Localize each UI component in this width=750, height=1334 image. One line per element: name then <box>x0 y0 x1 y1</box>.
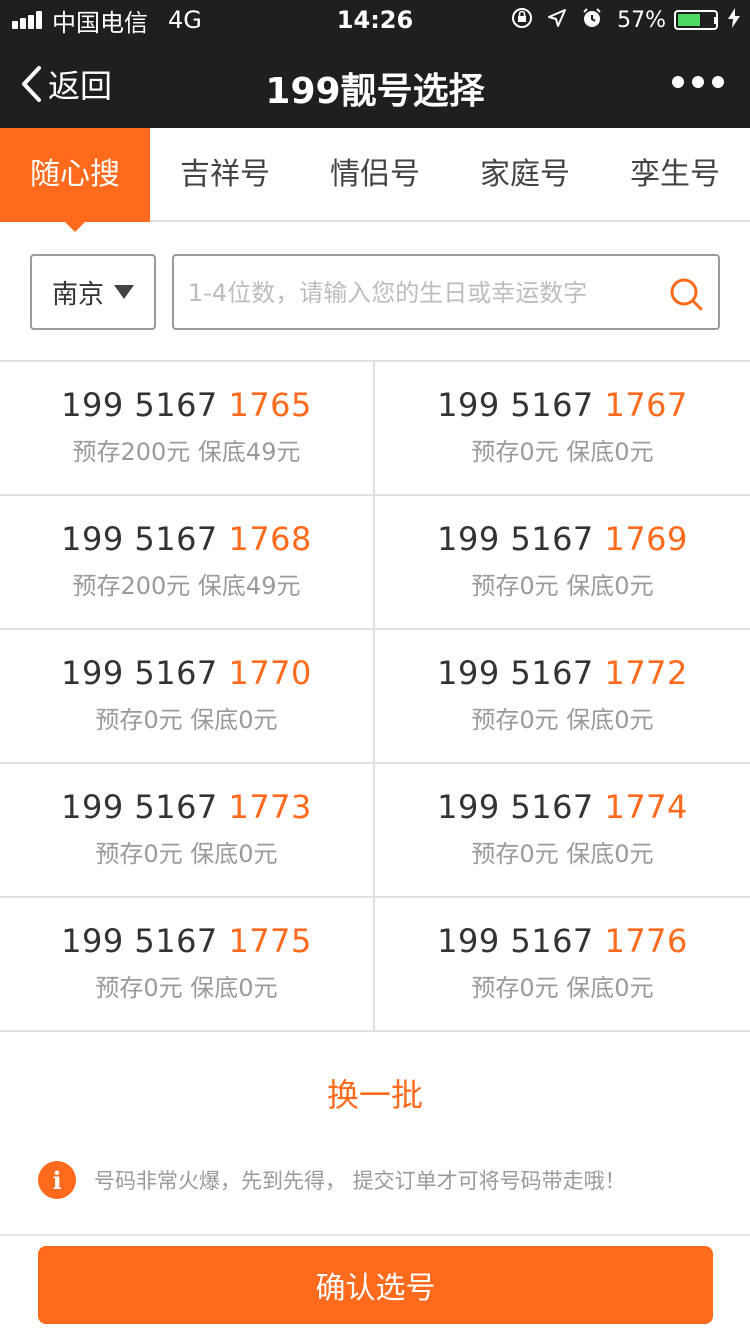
location-icon <box>547 8 567 33</box>
number-price: 预存0元 保底0元 <box>95 840 278 868</box>
number-option[interactable]: 199 5167 1768 预存200元 保底49元 <box>0 496 375 630</box>
number-prefix: 199 5167 <box>437 922 605 960</box>
number-prefix: 199 5167 <box>61 922 229 960</box>
number-option[interactable]: 199 5167 1773 预存0元 保底0元 <box>0 764 375 898</box>
tab-couple-number[interactable]: 情侣号 <box>300 128 450 222</box>
number-grid: 199 5167 1765 预存200元 保底49元 199 5167 1767… <box>0 360 750 1032</box>
number-option[interactable]: 199 5167 1769 预存0元 保底0元 <box>375 496 750 630</box>
more-dot-icon <box>692 76 704 88</box>
number-price: 预存0元 保底0元 <box>471 706 654 734</box>
number-tail: 1770 <box>228 654 312 692</box>
notice: i 号码非常火爆，先到先得， 提交订单才可将号码带走哦！ <box>38 1158 728 1202</box>
caret-down-icon <box>114 285 134 299</box>
number-tail: 1773 <box>228 788 312 826</box>
number-tail: 1768 <box>228 520 312 558</box>
charging-icon <box>728 7 740 33</box>
phone-number: 199 5167 1774 <box>375 788 750 826</box>
tab-random-search[interactable]: 随心搜 <box>0 128 150 232</box>
more-dot-icon <box>672 76 684 88</box>
city-dropdown[interactable]: 南京 <box>30 254 156 330</box>
search-icon[interactable] <box>668 276 704 312</box>
search-input[interactable] <box>188 274 658 312</box>
battery-percent: 57% <box>617 7 666 33</box>
phone-number: 199 5167 1765 <box>0 386 373 424</box>
rotation-lock-icon <box>511 7 533 34</box>
confirm-button[interactable]: 确认选号 <box>38 1246 713 1324</box>
number-option[interactable]: 199 5167 1776 预存0元 保底0元 <box>375 898 750 1032</box>
number-prefix: 199 5167 <box>437 520 605 558</box>
city-label: 南京 <box>51 279 104 310</box>
number-price: 预存200元 保底49元 <box>72 572 301 600</box>
number-price: 预存0元 保底0元 <box>95 706 278 734</box>
status-bar: 中国电信 4G 14:26 57% <box>0 0 750 40</box>
refresh-button[interactable]: 换一批 <box>0 1070 750 1116</box>
phone-number: 199 5167 1770 <box>0 654 373 692</box>
number-tail: 1765 <box>228 386 312 424</box>
number-prefix: 199 5167 <box>61 654 229 692</box>
phone-number: 199 5167 1768 <box>0 520 373 558</box>
alarm-icon <box>581 7 603 34</box>
number-option[interactable]: 199 5167 1765 预存200元 保底49元 <box>0 362 375 496</box>
status-right: 57% <box>497 6 740 34</box>
number-prefix: 199 5167 <box>61 520 229 558</box>
number-tail: 1769 <box>604 520 688 558</box>
number-price: 预存0元 保底0元 <box>471 840 654 868</box>
number-price: 预存0元 保底0元 <box>471 438 654 466</box>
phone-number: 199 5167 1775 <box>0 922 373 960</box>
battery-icon <box>674 10 718 30</box>
number-tail: 1767 <box>604 386 688 424</box>
number-price: 预存0元 保底0元 <box>471 572 654 600</box>
phone-number: 199 5167 1767 <box>375 386 750 424</box>
number-prefix: 199 5167 <box>437 386 605 424</box>
nav-bar: 返回 199靓号选择 <box>0 40 750 128</box>
number-option[interactable]: 199 5167 1774 预存0元 保底0元 <box>375 764 750 898</box>
tab-bar: 随心搜 吉祥号 情侣号 家庭号 孪生号 <box>0 128 750 232</box>
number-option[interactable]: 199 5167 1775 预存0元 保底0元 <box>0 898 375 1032</box>
number-option[interactable]: 199 5167 1772 预存0元 保底0元 <box>375 630 750 764</box>
number-tail: 1772 <box>604 654 688 692</box>
tab-family-number[interactable]: 家庭号 <box>450 128 600 222</box>
phone-number: 199 5167 1773 <box>0 788 373 826</box>
number-tail: 1774 <box>604 788 688 826</box>
tab-twin-number[interactable]: 孪生号 <box>600 128 750 222</box>
number-prefix: 199 5167 <box>61 386 229 424</box>
notice-text: 号码非常火爆，先到先得， 提交订单才可将号码带走哦！ <box>94 1169 626 1193</box>
number-tail: 1775 <box>228 922 312 960</box>
search-box[interactable] <box>172 254 720 330</box>
divider <box>0 1234 750 1236</box>
phone-number: 199 5167 1769 <box>375 520 750 558</box>
number-prefix: 199 5167 <box>61 788 229 826</box>
tab-lucky-number[interactable]: 吉祥号 <box>150 128 300 222</box>
number-price: 预存0元 保底0元 <box>471 974 654 1002</box>
phone-number: 199 5167 1772 <box>375 654 750 692</box>
number-price: 预存200元 保底49元 <box>72 438 301 466</box>
number-option[interactable]: 199 5167 1767 预存0元 保底0元 <box>375 362 750 496</box>
more-dot-icon <box>712 76 724 88</box>
number-tail: 1776 <box>604 922 688 960</box>
more-menu-button[interactable] <box>664 76 724 88</box>
number-prefix: 199 5167 <box>437 788 605 826</box>
number-price: 预存0元 保底0元 <box>95 974 278 1002</box>
phone-number: 199 5167 1776 <box>375 922 750 960</box>
number-prefix: 199 5167 <box>437 654 605 692</box>
info-icon: i <box>38 1161 76 1199</box>
number-option[interactable]: 199 5167 1770 预存0元 保底0元 <box>0 630 375 764</box>
page-title: 199靓号选择 <box>265 71 485 112</box>
